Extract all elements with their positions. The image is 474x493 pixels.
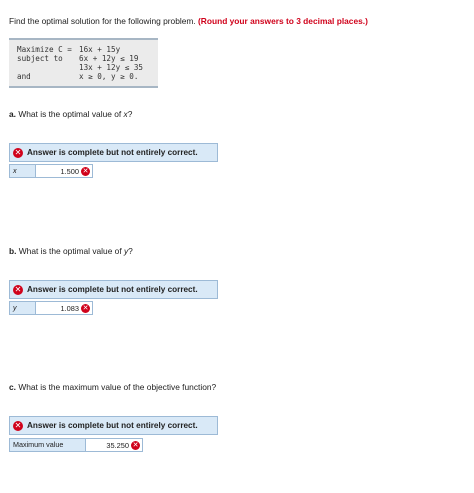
answer-field-maximum[interactable]: 35.250 ✕ (85, 439, 142, 451)
rounding-note: (Round your answers to 3 decimal places.… (198, 16, 368, 26)
question-b-mark: ? (128, 246, 133, 256)
question-c: c. What is the maximum value of the obje… (9, 382, 216, 392)
objective-function: 16x + 15y (79, 45, 121, 54)
question-b-text: What is the optimal value of (18, 246, 124, 256)
answer-field-y[interactable]: 1.083 ✕ (35, 302, 92, 314)
answer-status-text: Answer is complete but not entirely corr… (27, 285, 198, 294)
answer-field-x[interactable]: 1.500 ✕ (35, 165, 92, 177)
answer-label-x: x (13, 166, 17, 175)
question-b-prefix: b. (9, 246, 17, 256)
answer-status-text: Answer is complete but not entirely corr… (27, 148, 198, 157)
answer-label-maximum: Maximum value (13, 440, 64, 449)
answer-value-maximum: 35.250 (106, 440, 129, 450)
x-circle-icon: ✕ (13, 284, 23, 295)
x-circle-icon: ✕ (81, 166, 90, 176)
answer-status-text: Answer is complete but not entirely corr… (27, 421, 198, 430)
problem-statement: Maximize C = 16x + 15y subject to 6x + 1… (9, 38, 158, 88)
maximize-label: Maximize C = (17, 45, 72, 54)
question-a-mark: ? (127, 109, 133, 119)
answer-value-y: 1.083 (60, 303, 80, 313)
answer-row-x: x 1.500 ✕ (9, 164, 93, 178)
question-c-text: What is the maximum value of the objecti… (18, 382, 217, 392)
instructions-text: Find the optimal solution for the follow… (9, 16, 196, 26)
x-circle-icon: ✕ (13, 147, 23, 158)
question-c-prefix: c. (9, 382, 16, 392)
nonnegativity: x ≥ 0, y ≥ 0. (79, 72, 139, 81)
constraint-1: 6x + 12y ≤ 19 (79, 54, 139, 63)
question-b: b. What is the optimal value of y? (9, 246, 133, 256)
subject-to-label: subject to (17, 54, 63, 63)
answer-status-banner: ✕ Answer is complete but not entirely co… (9, 143, 218, 162)
question-a-text: What is the optimal value of (18, 109, 124, 119)
answer-status-banner: ✕ Answer is complete but not entirely co… (9, 280, 218, 299)
answer-value-x: 1.500 (60, 166, 80, 176)
x-circle-icon: ✕ (131, 440, 140, 450)
constraint-2: 13x + 12y ≤ 35 (79, 63, 144, 72)
question-a: a. What is the optimal value of x? (9, 109, 132, 119)
answer-label-y: y (13, 303, 17, 312)
answer-row-maximum: Maximum value 35.250 ✕ (9, 438, 143, 452)
answer-row-y: y 1.083 ✕ (9, 301, 93, 315)
x-circle-icon: ✕ (13, 420, 23, 431)
instructions: Find the optimal solution for the follow… (9, 16, 368, 26)
and-label: and (17, 72, 31, 81)
answer-status-banner: ✕ Answer is complete but not entirely co… (9, 416, 218, 435)
question-a-prefix: a. (9, 109, 16, 119)
x-circle-icon: ✕ (81, 303, 90, 313)
